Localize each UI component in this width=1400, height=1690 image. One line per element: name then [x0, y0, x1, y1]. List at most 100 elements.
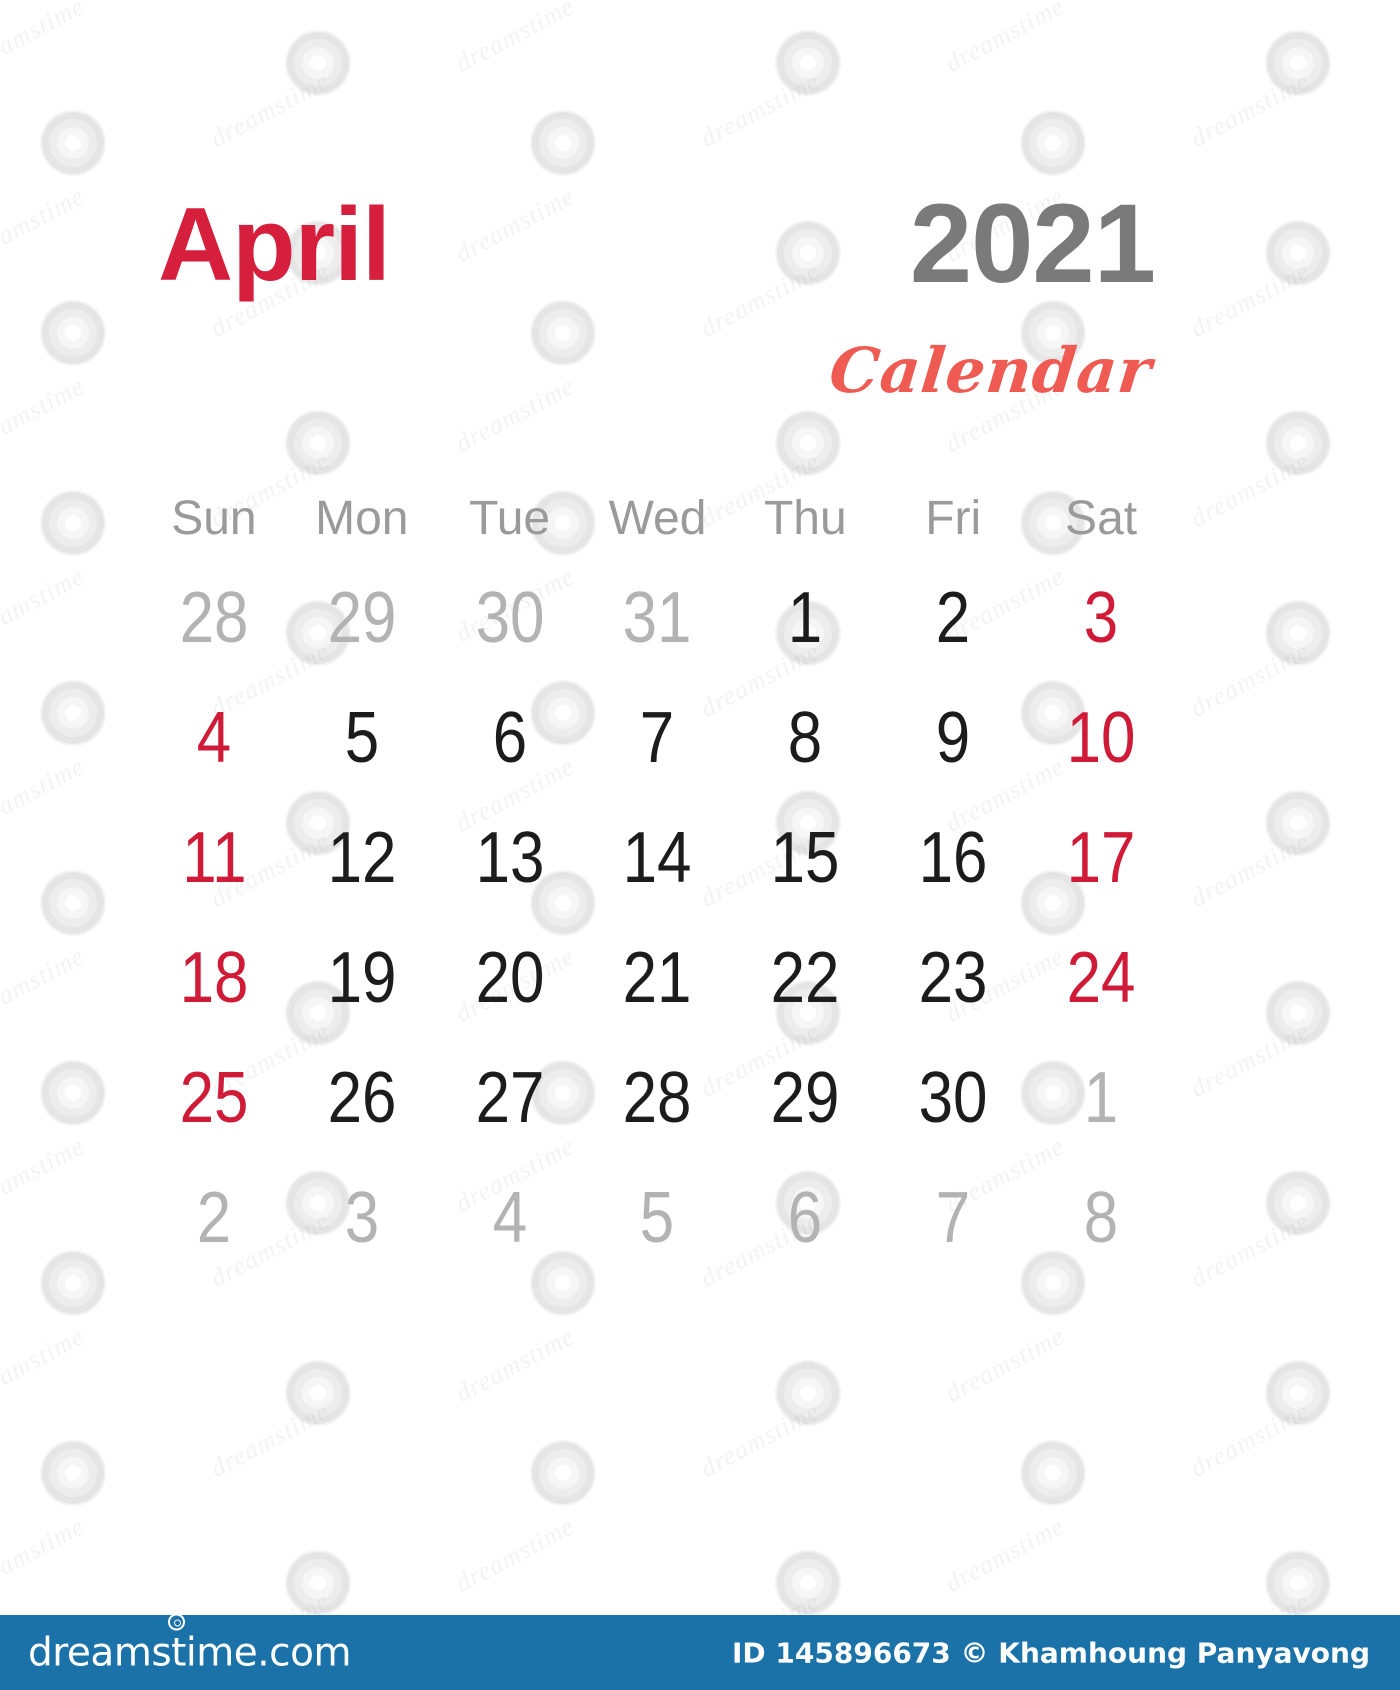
day-cell[interactable]: 1 [1027, 1038, 1175, 1158]
day-number: 8 [788, 698, 823, 778]
day-cell[interactable]: 11 [140, 798, 288, 918]
day-number: 5 [344, 698, 379, 778]
day-cell[interactable]: 5 [288, 678, 436, 798]
calendar-grid: Sun Mon Tue Wed Thu Fri Sat 28 29 30 31 1 2 3 4 5 6 7 8 9 1… [140, 480, 1175, 1278]
day-cell[interactable]: 3 [1027, 558, 1175, 678]
day-number: 15 [770, 818, 840, 898]
watermark-text: dreamstime [1185, 1206, 1315, 1293]
weekday-header-wed: Wed [584, 480, 732, 558]
day-cell[interactable]: 31 [584, 558, 732, 678]
dreamstime-logo[interactable]: dreamstime.com [28, 1613, 351, 1675]
day-cell[interactable]: 1 [731, 558, 879, 678]
watermark-text: dreamstime [940, 1511, 1070, 1598]
watermark-spiral-icon [530, 1440, 596, 1506]
watermark-text: dreamstime [695, 1396, 825, 1483]
day-cell[interactable]: 18 [140, 918, 288, 1038]
day-cell[interactable]: 20 [436, 918, 584, 1038]
week-row: 11 12 13 14 15 16 17 [140, 798, 1175, 918]
day-cell[interactable]: 17 [1027, 798, 1175, 918]
day-cell[interactable]: 7 [584, 678, 732, 798]
day-cell[interactable]: 5 [584, 1158, 732, 1278]
day-number: 16 [918, 818, 988, 898]
day-cell[interactable]: 16 [879, 798, 1027, 918]
day-cell[interactable]: 26 [288, 1038, 436, 1158]
day-cell[interactable]: 29 [288, 558, 436, 678]
day-cell[interactable]: 7 [879, 1158, 1027, 1278]
watermark-spiral-icon [40, 490, 106, 556]
weekday-header-thu: Thu [731, 480, 879, 558]
day-cell[interactable]: 2 [879, 558, 1027, 678]
day-cell[interactable]: 3 [288, 1158, 436, 1278]
day-number: 5 [640, 1178, 675, 1258]
day-cell[interactable]: 12 [288, 798, 436, 918]
day-cell[interactable]: 28 [584, 1038, 732, 1158]
day-cell[interactable]: 14 [584, 798, 732, 918]
day-cell[interactable]: 25 [140, 1038, 288, 1158]
watermark-text: dreamstime [0, 1321, 90, 1408]
day-cell[interactable]: 4 [436, 1158, 584, 1278]
weekday-label: Fri [925, 492, 982, 545]
day-number: 3 [344, 1178, 379, 1258]
day-number: 14 [623, 818, 692, 898]
day-number: 28 [179, 578, 249, 658]
day-cell[interactable]: 28 [140, 558, 288, 678]
watermark-spiral-icon [40, 1440, 106, 1506]
day-cell[interactable]: 2 [140, 1158, 288, 1278]
day-number: 11 [181, 818, 247, 898]
day-number: 10 [1066, 698, 1136, 778]
day-cell[interactable]: 9 [879, 678, 1027, 798]
day-cell[interactable]: 13 [436, 798, 584, 918]
watermark-text: dreamstime [450, 1511, 580, 1598]
day-cell[interactable]: 30 [879, 1038, 1027, 1158]
day-cell[interactable]: 8 [731, 678, 879, 798]
day-cell[interactable]: 6 [436, 678, 584, 798]
day-cell[interactable]: 29 [731, 1038, 879, 1158]
day-number: 9 [935, 698, 971, 778]
day-number: 21 [623, 938, 692, 1018]
day-cell[interactable]: 30 [436, 558, 584, 678]
day-number: 2 [196, 1178, 232, 1258]
day-number: 12 [327, 818, 397, 898]
day-cell[interactable]: 19 [288, 918, 436, 1038]
day-cell[interactable]: 4 [140, 678, 288, 798]
week-row: 18 19 20 21 22 23 24 [140, 918, 1175, 1038]
day-number: 25 [179, 1058, 249, 1138]
watermark-spiral-icon [1265, 1360, 1331, 1426]
day-cell[interactable]: 8 [1027, 1158, 1175, 1278]
weekday-label: Sat [1065, 492, 1138, 545]
day-cell[interactable]: 23 [879, 918, 1027, 1038]
weekday-header-sun: Sun [140, 480, 288, 558]
watermark-spiral-icon [285, 1550, 351, 1616]
year-title: 2021 [909, 181, 1156, 306]
watermark-text: dreamstime [1185, 1016, 1315, 1103]
day-cell[interactable]: 21 [584, 918, 732, 1038]
weekday-label: Mon [315, 492, 409, 545]
watermark-spiral-icon [1265, 600, 1331, 666]
day-number: 26 [327, 1058, 397, 1138]
day-number: 4 [196, 698, 232, 778]
day-number: 7 [640, 698, 675, 778]
watermark-spiral-icon [40, 1250, 106, 1316]
day-number: 18 [179, 938, 249, 1018]
watermark-spiral-icon [40, 870, 106, 936]
day-cell[interactable]: 15 [731, 798, 879, 918]
watermark-spiral-icon [1265, 980, 1331, 1046]
day-cell[interactable]: 10 [1027, 678, 1175, 798]
image-credit: ID 145896673 © Khamhoung Panyavong [732, 1636, 1370, 1669]
day-cell[interactable]: 6 [731, 1158, 879, 1278]
day-number: 1 [1083, 1058, 1119, 1138]
day-cell[interactable]: 27 [436, 1038, 584, 1158]
watermark-text: dreamstime [0, 1131, 90, 1218]
day-number: 6 [492, 698, 527, 778]
week-row: 25 26 27 28 29 30 1 [140, 1038, 1175, 1158]
weekday-label: Sun [171, 492, 257, 545]
dreamstime-logo-text: dreamstime.com [28, 1630, 351, 1675]
day-cell[interactable]: 24 [1027, 918, 1175, 1038]
watermark-spiral-icon [775, 1550, 841, 1616]
day-number: 29 [770, 1058, 840, 1138]
week-row: 28 29 30 31 1 2 3 [140, 558, 1175, 678]
day-cell[interactable]: 22 [731, 918, 879, 1038]
day-number: 22 [770, 938, 840, 1018]
weekday-header-tue: Tue [436, 480, 584, 558]
weekday-label: Tue [469, 492, 551, 545]
